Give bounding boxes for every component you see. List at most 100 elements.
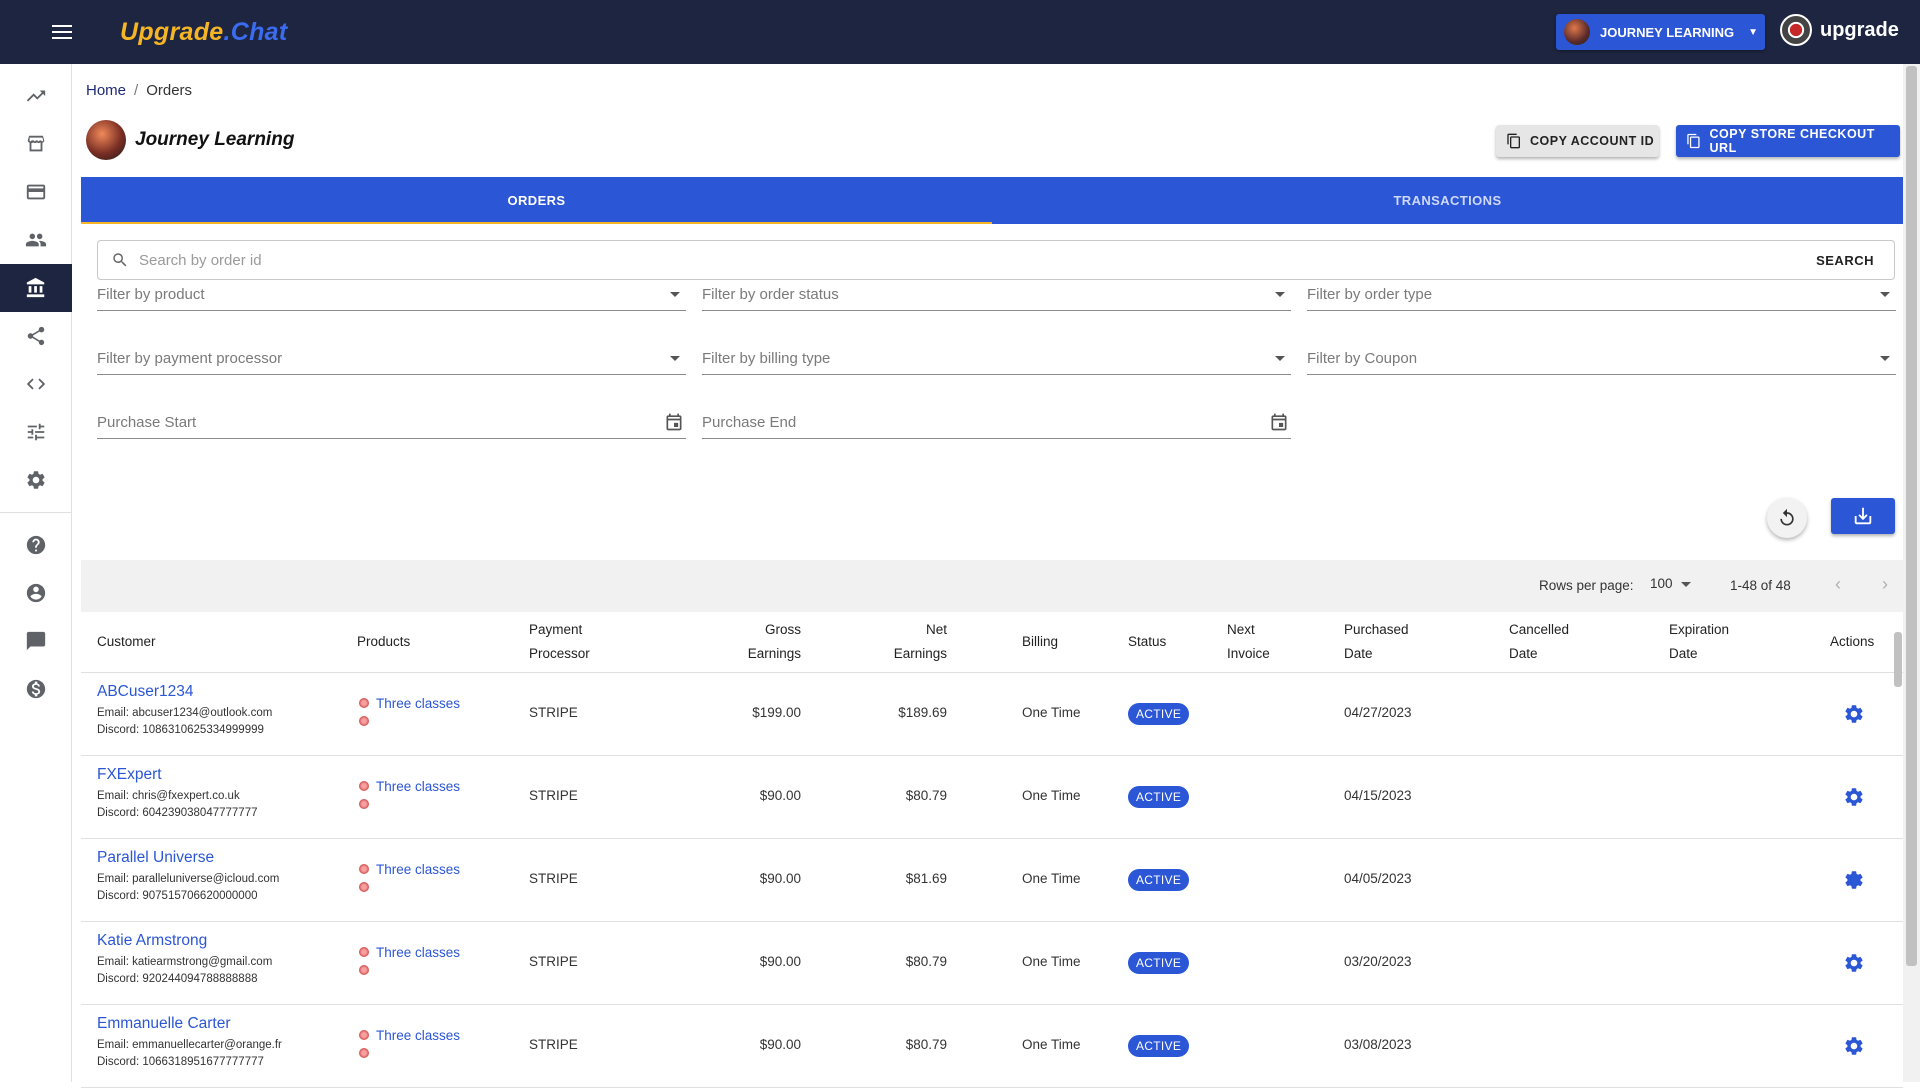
gem-icon	[359, 947, 369, 957]
column-purchased-line1: Purchased	[1344, 622, 1409, 637]
column-net-earnings[interactable]: Net Earnings	[847, 618, 947, 666]
customer-discord: Discord: 1086310625334999999	[97, 724, 264, 736]
filter-payment-processor-select[interactable]: Filter by payment processor	[97, 341, 686, 375]
user-menu[interactable]: upgrade	[1780, 14, 1899, 46]
filter-product-select[interactable]: Filter by product	[97, 277, 686, 311]
customer-cell: Katie Armstrong Email: katiearmstrong@gm…	[97, 932, 272, 985]
gem-icon	[359, 965, 369, 975]
people-icon[interactable]	[0, 216, 72, 264]
account-switcher-button[interactable]: JOURNEY LEARNING ▼	[1556, 14, 1765, 50]
table-row: Katie Armstrong Email: katiearmstrong@gm…	[81, 922, 1903, 1005]
customer-name-link[interactable]: ABCuser1234	[97, 683, 272, 701]
customer-name-link[interactable]: Katie Armstrong	[97, 932, 272, 950]
payment-processor-cell: STRIPE	[529, 705, 578, 720]
filter-coupon-select[interactable]: Filter by Coupon	[1307, 341, 1896, 375]
column-billing[interactable]: Billing	[1022, 630, 1058, 654]
column-gross-earnings[interactable]: Gross Earnings	[701, 618, 801, 666]
product-link[interactable]: Three classes	[376, 945, 460, 960]
column-cancelled-date[interactable]: Cancelled Date	[1509, 618, 1569, 666]
column-expiration-date[interactable]: Expiration Date	[1669, 618, 1729, 666]
gear-icon[interactable]	[1843, 1035, 1865, 1057]
gear-icon[interactable]	[1843, 703, 1865, 725]
menu-icon[interactable]	[42, 12, 82, 52]
chevron-left-icon[interactable]: ‹	[1828, 574, 1848, 594]
user-avatar	[1780, 14, 1812, 46]
calendar-icon[interactable]	[1269, 412, 1289, 432]
calendar-icon[interactable]	[664, 412, 684, 432]
column-status[interactable]: Status	[1128, 630, 1166, 654]
settings-icon[interactable]	[0, 456, 72, 504]
purchased-date-cell: 04/27/2023	[1344, 705, 1412, 720]
dollar-icon[interactable]	[0, 665, 72, 713]
breadcrumb-separator: /	[134, 82, 139, 99]
gem-icon	[359, 864, 369, 874]
gear-icon[interactable]	[1843, 786, 1865, 808]
tab-transactions[interactable]: TRANSACTIONS	[992, 177, 1903, 224]
customer-name-link[interactable]: Emmanuelle Carter	[97, 1015, 282, 1033]
status-badge: ACTIVE	[1128, 703, 1190, 725]
breadcrumb-home[interactable]: Home	[86, 82, 126, 99]
product-link[interactable]: Three classes	[376, 1028, 460, 1043]
tab-orders[interactable]: ORDERS	[81, 177, 992, 224]
search-input[interactable]	[139, 251, 1817, 269]
table-pagination: Rows per page: 100 1-48 of 48 ‹ ›	[81, 560, 1903, 612]
filter-coupon-label: Filter by Coupon	[1307, 350, 1418, 367]
purchase-end-date-field[interactable]: Purchase End	[702, 405, 1291, 439]
account-circle-icon[interactable]	[0, 569, 72, 617]
refresh-icon	[1780, 508, 1794, 526]
dropdown-arrow-icon	[1880, 292, 1890, 297]
customer-name-link[interactable]: Parallel Universe	[97, 849, 279, 867]
table-scrollbar-thumb[interactable]	[1894, 632, 1902, 687]
storefront-icon[interactable]	[0, 120, 72, 168]
search-icon	[113, 253, 127, 267]
filter-billing-type-select[interactable]: Filter by billing type	[702, 341, 1291, 375]
breadcrumb: Home / Orders	[86, 82, 192, 99]
breadcrumb-current: Orders	[146, 82, 193, 99]
purchased-date-cell: 04/15/2023	[1344, 788, 1412, 803]
filter-order-status-select[interactable]: Filter by order status	[702, 277, 1291, 311]
column-gross-line1: Gross	[764, 622, 801, 637]
product-link[interactable]: Three classes	[376, 779, 460, 794]
product-link[interactable]: Three classes	[376, 696, 460, 711]
customer-discord: Discord: 604239038047777777	[97, 807, 258, 819]
rows-per-page-select[interactable]: 100	[1650, 576, 1691, 591]
gem-icon	[359, 716, 369, 726]
tune-icon[interactable]	[0, 408, 72, 456]
billing-cell: One Time	[1022, 954, 1081, 969]
chat-icon[interactable]	[0, 617, 72, 665]
trending-up-icon[interactable]	[0, 72, 72, 120]
billing-cell: One Time	[1022, 1037, 1081, 1052]
code-icon[interactable]	[0, 360, 72, 408]
payment-processor-cell: STRIPE	[529, 788, 578, 803]
column-customer[interactable]: Customer	[97, 630, 156, 654]
customer-name-link[interactable]: FXExpert	[97, 766, 258, 784]
share-icon[interactable]	[0, 312, 72, 360]
bank-icon[interactable]	[0, 264, 72, 312]
purchase-start-date-field[interactable]: Purchase Start	[97, 405, 686, 439]
gem-icon	[359, 698, 369, 708]
app-logo[interactable]: Upgrade.Chat	[120, 18, 288, 47]
gem-icon	[359, 799, 369, 809]
filter-order-type-select[interactable]: Filter by order type	[1307, 277, 1896, 311]
customer-email: Email: emmanuellecarter@orange.fr	[97, 1039, 282, 1051]
product-link[interactable]: Three classes	[376, 862, 460, 877]
dropdown-arrow-icon	[1275, 356, 1285, 361]
column-payment-line2: Processor	[529, 646, 590, 661]
column-purchased-date[interactable]: Purchased Date	[1344, 618, 1409, 666]
gear-icon[interactable]	[1843, 869, 1865, 891]
filter-order-type-label: Filter by order type	[1307, 286, 1433, 303]
download-button[interactable]	[1831, 498, 1895, 534]
column-payment-processor[interactable]: Payment Processor	[529, 618, 590, 666]
copy-store-checkout-url-button[interactable]: COPY STORE CHECKOUT URL	[1676, 125, 1900, 157]
search-button[interactable]: SEARCH	[1816, 253, 1874, 268]
credit-card-icon[interactable]	[0, 168, 72, 216]
reset-filters-button[interactable]	[1767, 498, 1807, 538]
chevron-right-icon[interactable]: ›	[1875, 574, 1895, 594]
page-scrollbar-thumb[interactable]	[1906, 66, 1917, 966]
dropdown-arrow-icon	[670, 292, 680, 297]
help-icon[interactable]	[0, 521, 72, 569]
gear-icon[interactable]	[1843, 952, 1865, 974]
column-products[interactable]: Products	[357, 630, 410, 654]
copy-account-id-button[interactable]: COPY ACCOUNT ID	[1496, 125, 1659, 157]
column-next-invoice[interactable]: Next Invoice	[1227, 618, 1270, 666]
